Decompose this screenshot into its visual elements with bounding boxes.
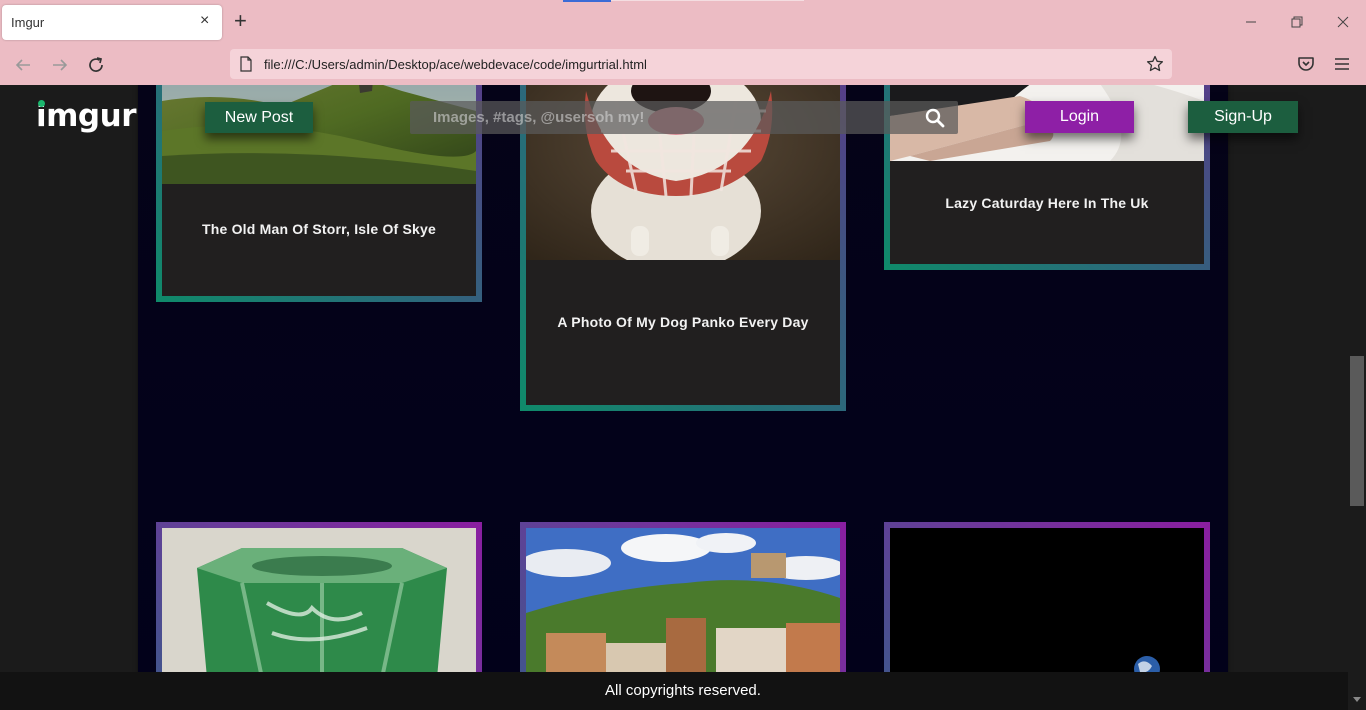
gallery-column: The Old Man Of Storr, Isle Of Skye A Pho… [138,85,1228,710]
hamburger-menu-icon[interactable] [1333,55,1351,73]
logo-dot [38,100,45,107]
tab-title: Imgur [11,15,45,30]
post-image-emerald-cup [162,528,476,678]
new-post-button[interactable]: New Post [205,102,313,133]
post-caption: A Photo Of My Dog Panko Every Day [557,314,809,330]
pocket-icon[interactable] [1296,54,1316,74]
post-caption: The Old Man Of Storr, Isle Of Skye [202,221,436,237]
browser-navbar: file:///C:/Users/admin/Desktop/ace/webde… [0,44,1366,85]
reload-icon[interactable] [85,54,107,76]
search-input[interactable]: Images, #tags, @usersoh my! [433,109,644,126]
browser-tabbar: Imgur × + [0,0,1366,44]
post-image-town [526,528,840,678]
imgur-logo[interactable]: imgur [36,98,136,134]
post-caption: Lazy Caturday Here In The Uk [945,195,1149,211]
restore-icon[interactable] [1287,12,1307,32]
tab-strip-line [611,0,804,1]
signup-button[interactable]: Sign-Up [1188,101,1298,133]
search-bar[interactable]: Images, #tags, @usersoh my! [410,101,958,134]
copyright-text: All copyrights reserved. [605,682,761,699]
browser-tab[interactable]: Imgur × [2,5,222,40]
new-tab-button[interactable]: + [234,10,247,32]
page-icon [240,56,252,72]
page-footer: All copyrights reserved. [0,672,1348,710]
back-arrow-icon[interactable] [12,54,34,76]
page-viewport: The Old Man Of Storr, Isle Of Skye A Pho… [0,85,1366,710]
bookmark-star-icon[interactable] [1146,55,1164,73]
search-icon[interactable] [925,108,945,128]
post-image-landscape [162,85,476,184]
post-image-space [890,528,1204,678]
address-bar[interactable]: file:///C:/Users/admin/Desktop/ace/webde… [230,49,1172,79]
close-window-icon[interactable] [1333,12,1353,32]
minimize-icon[interactable] [1241,12,1261,32]
scrollbar-thumb[interactable] [1350,356,1364,506]
logo-text: imgur [36,98,136,134]
url-text: file:///C:/Users/admin/Desktop/ace/webde… [264,57,647,72]
page-scrollbar[interactable] [1348,85,1366,710]
forward-arrow-icon[interactable] [49,54,71,76]
tab-close-icon[interactable]: × [200,13,209,29]
login-button[interactable]: Login [1025,101,1134,133]
tab-loading-line [563,0,611,2]
